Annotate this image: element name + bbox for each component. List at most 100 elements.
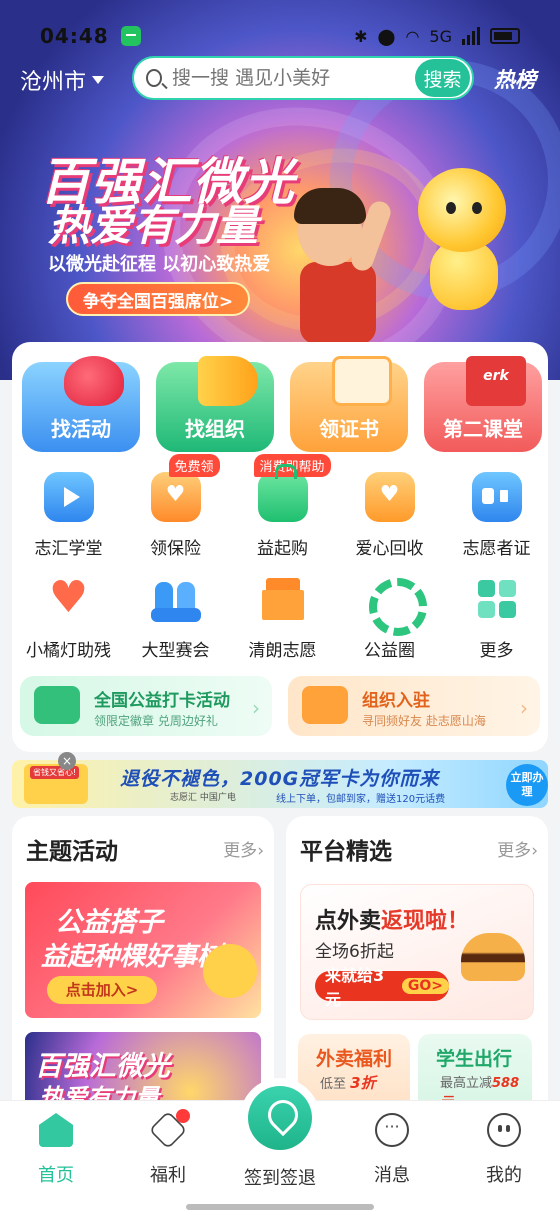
hot-list-link[interactable]: 热榜 [494,64,536,94]
activity-card-charity-buddy[interactable]: 公益搭子 益起种棵好事树 点击加入> [25,882,261,1018]
people-icon [150,574,201,624]
profile-icon [487,1113,521,1147]
service-insurance[interactable]: 免费领 领保险 [122,454,229,559]
banner-mascot-head [418,168,506,252]
section-more-link[interactable]: 更多› [223,836,264,861]
heart-sun-icon [44,572,94,624]
folder-heart-icon [34,686,80,724]
service-qinglang[interactable]: 清朗志愿 [229,574,336,661]
service-zhihui-school[interactable]: 志汇学堂 [15,472,122,559]
tile-label: 找组织 [185,417,245,441]
more-label: 更多 [223,841,258,861]
promo-checkin-activity[interactable]: 全国公益打卡活动 领限定徽章 兑周边好礼 › [20,676,272,736]
status-left: 04:48 [40,24,141,48]
location-pin-icon [248,1086,312,1150]
heart-box-icon [364,472,415,522]
section-more-link[interactable]: 更多› [497,836,538,861]
service-more[interactable]: 更多 [443,574,550,661]
chat-bubble-icon [375,1113,409,1147]
tile-label: 第二课堂 [443,417,523,441]
status-time: 04:48 [40,24,109,48]
service-label: 大型赛会 [141,641,210,661]
pick-subtitle: 低至 3折 [320,1072,376,1093]
nav-messages[interactable]: 消息 [352,1113,432,1187]
promo-title: 全国公益打卡活动 [94,691,230,711]
ad-text: 退役不褪色，200G冠军卡为你而来 [120,768,440,790]
mascot-eye [446,202,456,214]
service-charity-circle[interactable]: 公益圈 [336,574,443,661]
notification-dot [176,1109,190,1123]
location-icon: ⬤ [377,26,396,46]
search-button[interactable]: 搜索 [415,59,470,97]
banner-boy-illustration [300,262,376,344]
battery-icon [490,28,520,44]
tile-label: 领证书 [319,417,379,441]
pick-sub-b: 3折 [350,1074,376,1092]
chevron-down-icon [92,76,105,84]
search-icon [146,69,163,87]
shield-heart-icon: 免费领 [150,454,220,522]
book-icon: erk [466,356,526,406]
pick-title: 外卖福利 [316,1048,393,1070]
tile-find-activity[interactable]: 找活动 [22,356,140,452]
tile-get-certificate[interactable]: 领证书 [290,356,408,452]
service-major-events[interactable]: 大型赛会 [122,574,229,661]
services-row-1: 志汇学堂 免费领 领保险 消费即帮助 益起购 爱心回收 志愿者证 [12,454,550,568]
signal-icon [462,27,480,45]
nav-me[interactable]: 我的 [464,1113,544,1187]
theme-activities-section: 主题活动 更多› 公益搭子 益起种棵好事树 点击加入> 百强汇微光 热爱有力量 [12,816,274,1116]
play-icon [43,472,94,522]
search-input[interactable] [172,67,416,89]
id-card-icon [471,472,522,522]
app-screen: 04:48 ✱ ⬤ ◠ 5G 沧州市 搜索 热榜 百强汇微光 热爱有力量 以微光… [0,0,560,1220]
close-icon[interactable]: × [58,752,76,770]
pick-cta-button[interactable]: 来就给3元 GO> [315,966,449,1009]
certificate-icon [332,356,392,406]
service-label: 清朗志愿 [248,641,317,661]
tile-label: 找活动 [51,417,111,441]
join-button[interactable]: 点击加入> [47,976,157,1004]
promo-org-join[interactable]: 组织入驻 寻同频好友 赴志愿山海 › [288,676,540,736]
search-box[interactable]: 搜索 [132,56,474,100]
pick-cta-label: 来就给3元 [325,966,385,1009]
shopping-bag-icon: 消费即帮助 [253,454,331,522]
ad-apply-button[interactable]: 立即办理 [506,764,548,806]
chevron-right-icon: › [252,696,260,720]
bluetooth-icon: ✱ [354,26,368,46]
burger-icon [461,933,525,981]
service-label: 公益圈 [364,641,415,661]
nav-home[interactable]: 首页 [16,1113,96,1187]
promo-subtitle: 领限定徽章 兑周边好礼 [94,714,218,728]
service-orange-lamp[interactable]: 小橘灯助残 [15,572,122,661]
nav-welfare[interactable]: 福利 [128,1110,208,1187]
mascot-illustration [203,944,257,998]
go-label: GO> [401,978,449,994]
tile-find-organization[interactable]: 找组织 [156,356,274,452]
chevron-right-icon: › [520,696,528,720]
city-name: 沧州市 [20,70,87,95]
service-label: 小橘灯助残 [26,641,111,661]
big-tiles-row: 找活动 找组织 领证书 erk 第二课堂 [22,356,542,454]
ad-banner[interactable]: 省钱又省心! × 退役不褪色，200G冠军卡为你而来 志愿汇 中国广电 线上下单… [12,752,548,808]
network-label: 5G [429,26,452,46]
checkin-button[interactable] [240,1078,320,1158]
service-volunteer-id[interactable]: 志愿者证 [443,472,550,559]
pick-card-takeout-cashback[interactable]: 点外卖返现啦！ 全场6折起 来就给3元 GO> [300,884,534,1020]
app-notification-icon [120,26,141,46]
promo-title: 组织入驻 [362,691,430,711]
service-recycle[interactable]: 爱心回收 [336,472,443,559]
pick-title-b: 返现啦！ [381,909,470,934]
top-search-row: 沧州市 搜索 热榜 [0,56,560,102]
mascot-eye [472,202,482,214]
service-badge: 免费领 [168,454,220,477]
more-label: 更多 [497,841,532,861]
tile-second-classroom[interactable]: erk 第二课堂 [424,356,542,452]
service-charity-shop[interactable]: 消费即帮助 益起购 [229,454,336,559]
folder-edit-icon [302,686,348,724]
activity-subtitle: 益起种棵好事树 [41,942,224,972]
banner-boy-hair [294,188,366,224]
wifi-icon: ◠ [405,26,420,46]
banner-cta-button[interactable]: 争夺全国百强席位> [66,282,250,316]
pick-title: 点外卖返现啦！ [315,903,469,935]
city-selector[interactable]: 沧州市 [20,64,105,96]
